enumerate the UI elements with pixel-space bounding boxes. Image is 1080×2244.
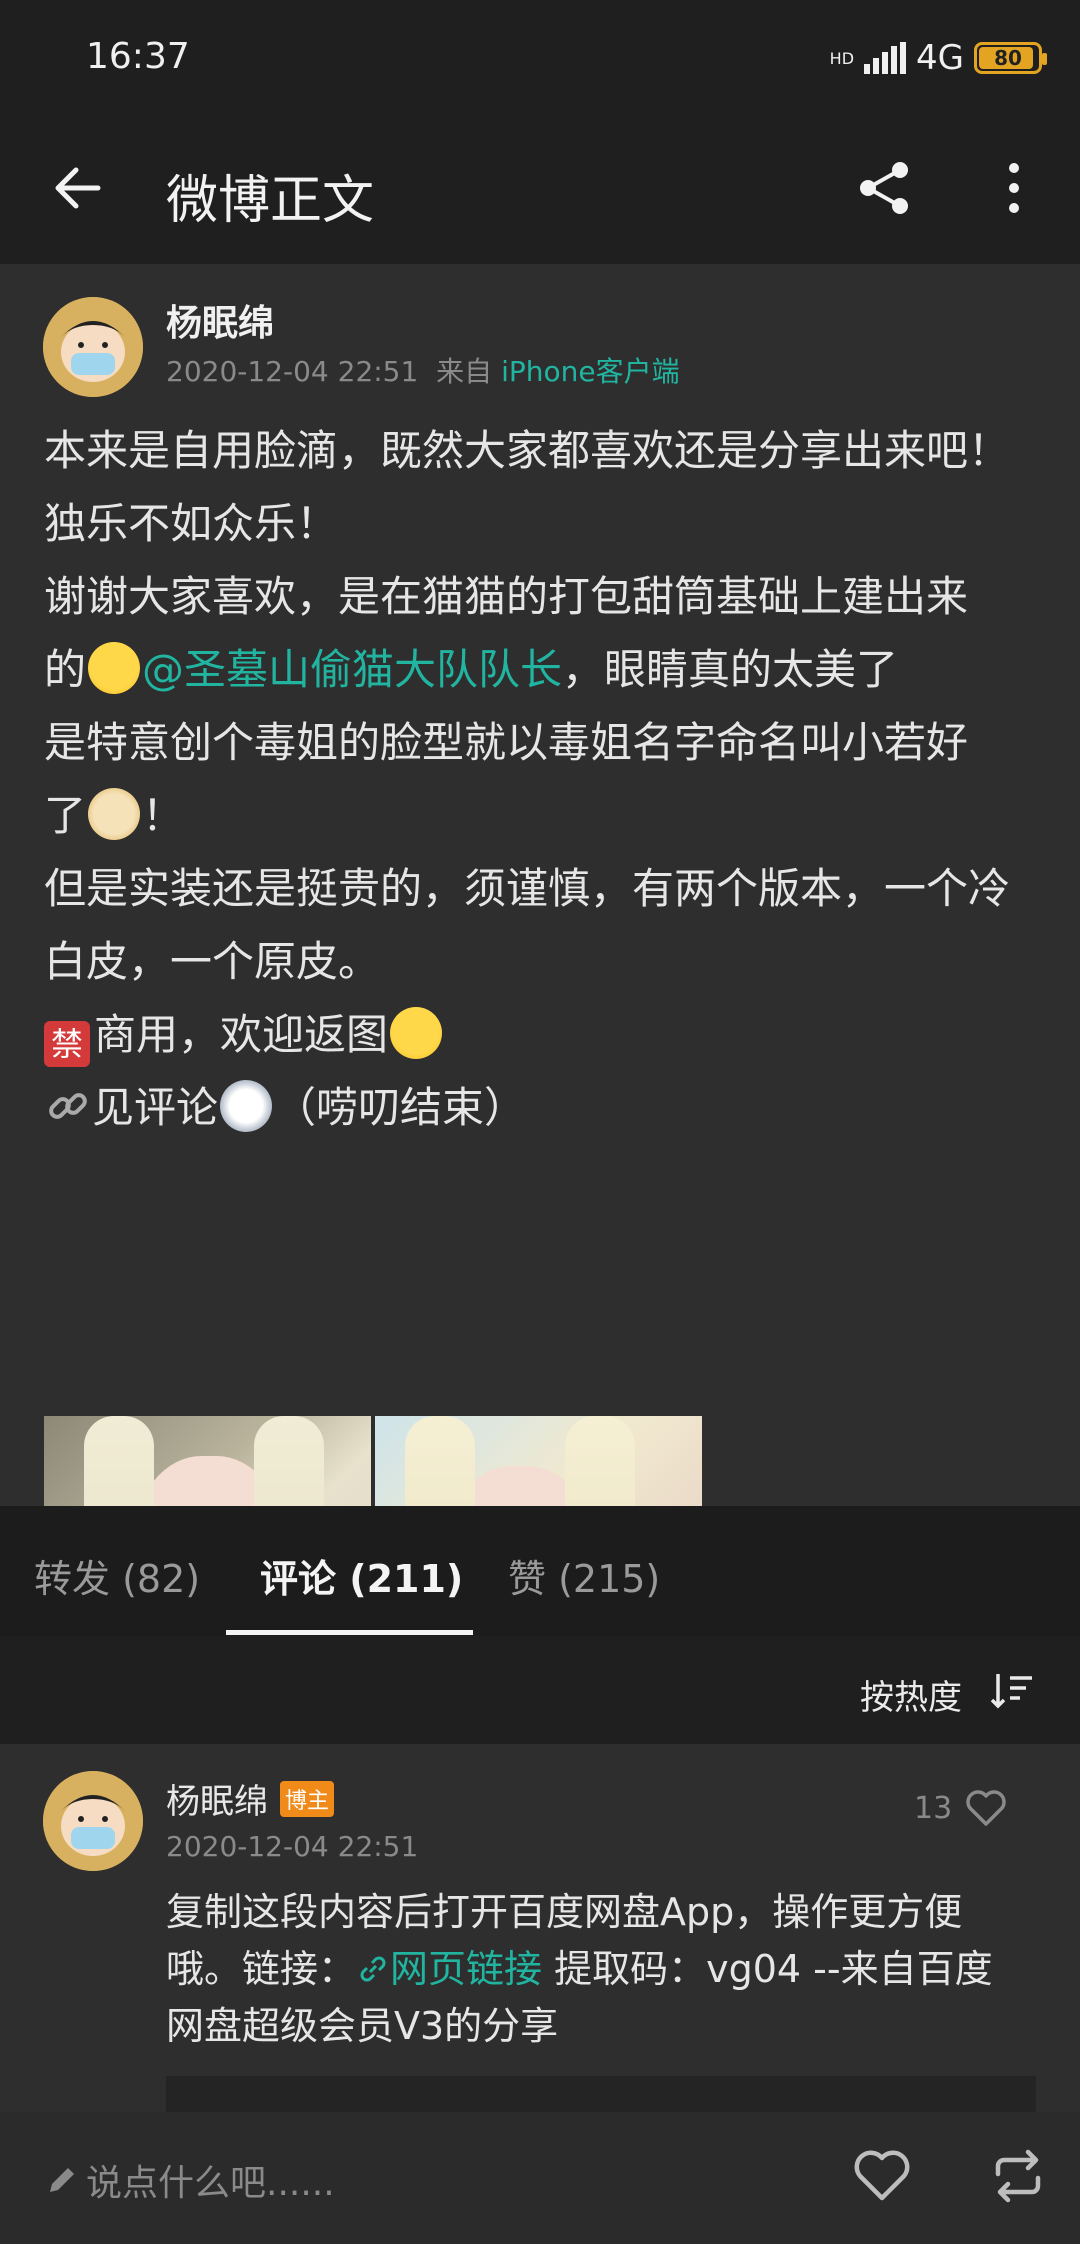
comment-item: 杨眠绵 博主 2020-12-04 22:51 13 复制这段内容后打开百度网盘… (0, 1744, 1080, 2114)
post-line: 白皮，一个原皮。 (44, 937, 381, 986)
post-line: 禁商用，欢迎返图 (44, 998, 1044, 1071)
post-line: 本来是自用脸滴，既然大家都喜欢还是分享出来吧！ (44, 426, 1011, 475)
post-from-label: 来自 (436, 355, 493, 388)
comment-input[interactable]: 说点什么吧...... (46, 2154, 335, 2206)
network-type: 4G (916, 38, 964, 78)
reply-preview[interactable] (166, 2076, 1036, 2114)
signal-icon (864, 42, 907, 74)
post-body: 本来是自用脸滴，既然大家都喜欢还是分享出来吧！ 独乐不如众乐！ 谢谢大家喜欢，是… (44, 414, 1044, 1144)
post-text: （唠叨结束） (274, 1083, 527, 1132)
post-line: 独乐不如众乐！ (44, 499, 339, 548)
more-options-icon[interactable] (994, 156, 1034, 220)
post-text: 见评论 (92, 1083, 219, 1132)
comment-line: 哦。链接： 网页链接 提取码：vg04 --来自百度 (166, 1941, 1046, 1998)
bottom-action-bar: 说点什么吧...... (0, 2112, 1080, 2244)
comment-text-part: 哦。链接： (166, 1947, 357, 1991)
title-bar: 微博正文 (0, 118, 1080, 264)
comment-like-count: 13 (914, 1790, 953, 1826)
post-text: 了 (44, 791, 87, 840)
husky-emoji-icon (220, 1080, 273, 1132)
post-text: ，眼睛真的太美了 (562, 645, 899, 694)
tab-likes[interactable]: 赞 (215) (508, 1548, 660, 1603)
heart-icon (966, 1790, 1006, 1826)
tab-comments[interactable]: 评论 (211) (260, 1548, 463, 1603)
web-link-label: 网页链接 (390, 1947, 543, 1991)
sort-icon[interactable] (990, 1670, 1034, 1710)
comment-line: 网盘超级会员V3的分享 (166, 2004, 559, 2048)
like-heart-icon[interactable] (852, 2148, 912, 2204)
post-source[interactable]: iPhone客户端 (501, 355, 680, 388)
author-badge: 博主 (280, 1780, 335, 1817)
link-icon (360, 1956, 386, 1982)
battery-icon: 80 (974, 42, 1047, 74)
post-line: 是特意创个毒姐的脸型就以毒姐名字命名叫小若好 (44, 718, 969, 767)
post-meta: 2020-12-04 22:51 来自 iPhone客户端 (166, 350, 680, 390)
weibo-post: 杨眠绵 2020-12-04 22:51 来自 iPhone客户端 本来是自用脸… (0, 264, 1080, 1742)
mention-link[interactable]: @圣墓山偷猫大队队长 (142, 645, 562, 694)
commenter-avatar[interactable] (43, 1771, 143, 1871)
link-chain-icon (49, 1093, 87, 1119)
comment-text: 复制这段内容后打开百度网盘App，操作更方便 哦。链接： 网页链接 提取码：vg0… (166, 1884, 1046, 2055)
page-title: 微博正文 (166, 171, 375, 231)
hd-indicator: HD (829, 48, 855, 68)
pencil-icon (50, 2168, 74, 2192)
comment-line: 复制这段内容后打开百度网盘App，操作更方便 (166, 1890, 963, 1934)
share-icon[interactable] (852, 156, 916, 220)
comment-input-placeholder: 说点什么吧...... (86, 2163, 335, 2204)
post-line: 但是实装还是挺贵的，须谨慎，有两个版本，一个冷 (44, 864, 1011, 913)
post-line: 见评论 （唠叨结束） (44, 1071, 1044, 1144)
post-author[interactable]: 杨眠绵 (166, 294, 274, 346)
tab-reposts[interactable]: 转发 (82) (34, 1548, 200, 1603)
post-time: 2020-12-04 22:51 (166, 355, 419, 388)
status-icons: HD 4G 80 (829, 38, 1047, 78)
post-text: 的 (44, 645, 87, 694)
comment-time: 2020-12-04 22:51 (166, 1830, 419, 1863)
comment-author: 杨眠绵 博主 (166, 1774, 335, 1823)
post-line: 的 @圣墓山偷猫大队队长，眼睛真的太美了 (44, 633, 1044, 706)
comment-text-part: 提取码：vg04 --来自百度 (542, 1947, 993, 1991)
active-tab-indicator (226, 1630, 473, 1635)
battery-level: 80 (994, 46, 1022, 70)
avatar[interactable] (43, 297, 143, 397)
sort-by-hot-button[interactable]: 按热度 (860, 1670, 962, 1719)
doge-emoji-icon (88, 788, 141, 840)
back-arrow-icon[interactable] (48, 158, 108, 218)
post-text: 商用，欢迎返图 (94, 1010, 389, 1059)
blush-emoji-icon (390, 1007, 443, 1059)
comment-author-name[interactable]: 杨眠绵 (166, 1774, 268, 1823)
repost-icon[interactable] (990, 2148, 1046, 2204)
blush-emoji-icon (88, 642, 141, 694)
interaction-tabs: 转发 (82) 评论 (211) 赞 (215) (0, 1506, 1080, 1636)
comment-like-button[interactable]: 13 (914, 1788, 1008, 1828)
post-line: 了！ (44, 779, 1044, 852)
status-time: 16:37 (86, 36, 190, 77)
post-line: 谢谢大家喜欢，是在猫猫的打包甜筒基础上建出来 (44, 572, 969, 621)
web-link[interactable]: 网页链接 (356, 1947, 542, 1991)
sort-bar: 按热度 (0, 1636, 1080, 1744)
status-bar: 16:37 HD 4G 80 (0, 0, 1080, 118)
prohibited-emoji-icon: 禁 (44, 1021, 90, 1067)
post-text: ！ (142, 791, 185, 840)
